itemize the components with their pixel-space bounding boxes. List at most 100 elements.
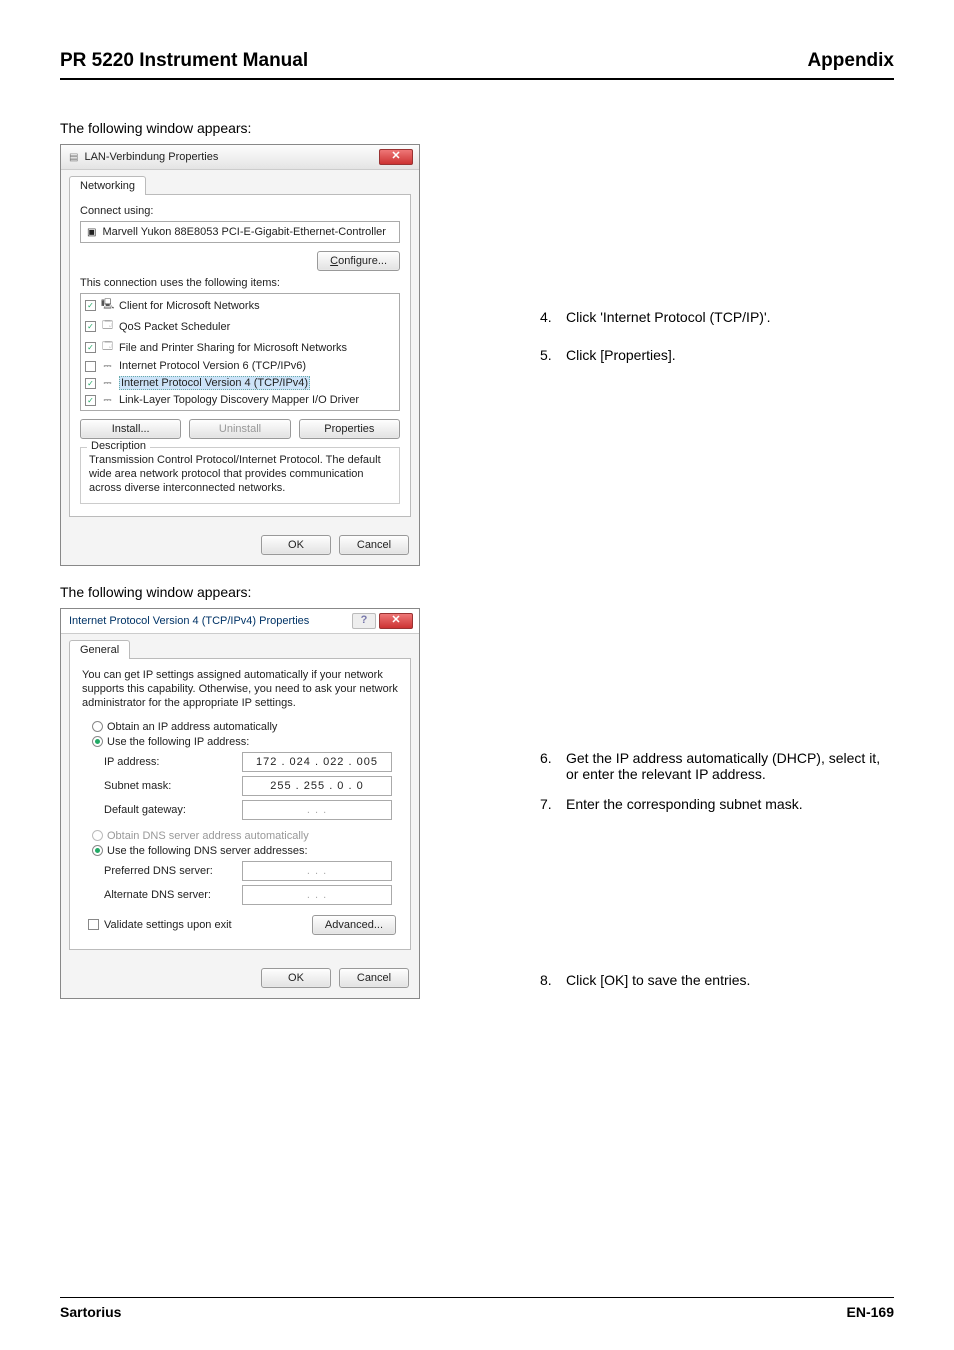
tab-general[interactable]: General — [69, 640, 130, 659]
checkbox-icon[interactable] — [85, 361, 96, 372]
cancel-button[interactable]: Cancel — [339, 535, 409, 555]
validate-checkbox[interactable]: Validate settings upon exit — [88, 919, 232, 931]
radio-icon — [92, 721, 103, 732]
advanced-button[interactable]: Advanced... — [312, 915, 396, 935]
tab-networking[interactable]: Networking — [69, 176, 146, 195]
checkbox-icon[interactable]: ✓ — [85, 300, 96, 311]
step-text-6: Get the IP address automatically (DHCP),… — [566, 750, 894, 782]
item-icon: 🗔 — [101, 339, 114, 356]
list-item[interactable]: ✓ ⎓ Internet Protocol Version 4 (TCP/IPv4) — [84, 375, 396, 391]
alternate-dns-label: Alternate DNS server: — [104, 889, 242, 901]
list-item[interactable]: ✓ 🗔 QoS Packet Scheduler — [84, 317, 396, 336]
item-name: Link-Layer Topology Discovery Responder — [119, 410, 325, 411]
connection-items-list[interactable]: ✓ 🖳 Client for Microsoft Networks ✓ 🗔 QoS Pac… — [80, 293, 400, 411]
dialog-title: LAN-Verbindung Properties — [84, 151, 218, 163]
help-icon[interactable]: ? — [352, 613, 376, 629]
lan-properties-dialog: ▤ LAN-Verbindung Properties ✕ Networking… — [60, 144, 420, 566]
adapter-name: Marvell Yukon 88E8053 PCI-E-Gigabit-Ethe… — [102, 226, 386, 238]
subnet-mask-label: Subnet mask: — [104, 780, 242, 792]
adapter-field: ▣ Marvell Yukon 88E8053 PCI-E-Gigabit-Et… — [80, 221, 400, 243]
list-item[interactable]: ✓ 🖳 Client for Microsoft Networks — [84, 296, 396, 315]
description-legend: Description — [87, 440, 150, 452]
item-icon: ⎓ — [101, 378, 114, 389]
ip-address-label: IP address: — [104, 756, 242, 768]
list-item[interactable]: ⎓Internet Protocol Version 6 (TCP/IPv6) — [84, 359, 396, 373]
section-title: Appendix — [807, 50, 894, 72]
connect-using-label: Connect using: — [80, 205, 400, 217]
option-label: Obtain an IP address automatically — [107, 721, 277, 733]
ipv4-properties-dialog: Internet Protocol Version 4 (TCP/IPv4) P… — [60, 608, 420, 998]
step-num-6: 6. — [540, 750, 566, 782]
ipv4-intro-text: You can get IP settings assigned automat… — [82, 669, 398, 710]
preferred-dns-label: Preferred DNS server: — [104, 865, 242, 877]
item-name: Internet Protocol Version 4 (TCP/IPv4) — [119, 376, 310, 390]
item-name: Client for Microsoft Networks — [119, 300, 260, 312]
item-icon: ⎓ — [101, 395, 114, 406]
option-label: Use the following DNS server addresses: — [107, 845, 308, 857]
ok-button[interactable]: OK — [261, 535, 331, 555]
default-gateway-input[interactable]: . . . — [242, 800, 392, 820]
manual-title: PR 5220 Instrument Manual — [60, 50, 308, 72]
cancel-button[interactable]: Cancel — [339, 968, 409, 988]
step-num-5: 5. — [540, 347, 566, 363]
adapter-icon: ▣ — [87, 227, 96, 238]
step-text-8: Click [OK] to save the entries. — [566, 972, 894, 988]
option-obtain-dns-auto: Obtain DNS server address automatically — [92, 830, 398, 842]
item-name: File and Printer Sharing for Microsoft N… — [119, 342, 347, 354]
option-use-following-ip[interactable]: Use the following IP address: — [92, 736, 398, 748]
radio-icon — [92, 736, 103, 747]
checkbox-icon — [88, 919, 99, 930]
option-use-following-dns[interactable]: Use the following DNS server addresses: — [92, 845, 398, 857]
description-group: Description Transmission Control Protoco… — [80, 447, 400, 504]
list-item[interactable]: ✓ ⎓ Link-Layer Topology Discovery Mapper I… — [84, 393, 396, 407]
step-num-7: 7. — [540, 796, 566, 812]
close-icon[interactable]: ✕ — [379, 613, 413, 629]
footer-page: EN-169 — [847, 1304, 894, 1320]
checkbox-icon[interactable]: ✓ — [85, 342, 96, 353]
list-item[interactable]: ✓ ⎓ Link-Layer Topology Discovery Responde… — [84, 409, 396, 411]
alternate-dns-input[interactable]: . . . — [242, 885, 392, 905]
list-item[interactable]: ✓ 🗔 File and Printer Sharing for Microsoft… — [84, 338, 396, 357]
validate-label: Validate settings upon exit — [104, 919, 232, 931]
page-header: PR 5220 Instrument Manual Appendix — [60, 50, 894, 80]
item-icon: ⎓ — [101, 361, 114, 372]
step-num-8: 8. — [540, 972, 566, 988]
dialog-title-2: Internet Protocol Version 4 (TCP/IPv4) P… — [69, 615, 309, 627]
item-icon: 🗔 — [101, 318, 114, 335]
install-button[interactable]: Install... — [80, 419, 181, 439]
uses-items-label: This connection uses the following items… — [80, 277, 400, 289]
dialog-icon: ▤ — [69, 152, 78, 163]
radio-icon — [92, 830, 103, 841]
checkbox-icon[interactable]: ✓ — [85, 378, 96, 389]
checkbox-icon[interactable]: ✓ — [85, 321, 96, 332]
properties-button[interactable]: Properties — [299, 419, 400, 439]
subnet-mask-input[interactable]: 255 . 255 . 0 . 0 — [242, 776, 392, 796]
ok-button[interactable]: OK — [261, 968, 331, 988]
step-text-4: Click 'Internet Protocol (TCP/IP)'. — [566, 309, 894, 325]
item-name: QoS Packet Scheduler — [119, 321, 230, 333]
uninstall-button[interactable]: Uninstall — [189, 419, 290, 439]
description-text: Transmission Control Protocol/Internet P… — [89, 454, 391, 495]
step-text-7: Enter the corresponding subnet mask. — [566, 796, 894, 812]
option-obtain-ip-auto[interactable]: Obtain an IP address automatically — [92, 721, 398, 733]
option-label: Obtain DNS server address automatically — [107, 830, 309, 842]
item-icon: 🖳 — [101, 297, 114, 314]
dialog-titlebar: ▤ LAN-Verbindung Properties ✕ — [61, 145, 419, 170]
preferred-dns-input[interactable]: . . . — [242, 861, 392, 881]
default-gateway-label: Default gateway: — [104, 804, 242, 816]
footer-brand: Sartorius — [60, 1304, 121, 1320]
configure-button[interactable]: Configure... — [317, 251, 400, 271]
checkbox-icon[interactable]: ✓ — [85, 395, 96, 406]
page-footer: Sartorius EN-169 — [60, 1297, 894, 1320]
checkbox-icon[interactable]: ✓ — [85, 411, 96, 412]
item-icon: ⎓ — [101, 411, 114, 412]
option-label: Use the following IP address: — [107, 736, 249, 748]
ip-address-input[interactable]: 172 . 024 . 022 . 005 — [242, 752, 392, 772]
item-name: Link-Layer Topology Discovery Mapper I/O… — [119, 394, 359, 406]
radio-icon — [92, 845, 103, 856]
close-icon[interactable]: ✕ — [379, 149, 413, 165]
step-text-5: Click [Properties]. — [566, 347, 894, 363]
intro-text-1: The following window appears: — [60, 120, 894, 136]
step-num-4: 4. — [540, 309, 566, 325]
dialog-titlebar-2: Internet Protocol Version 4 (TCP/IPv4) P… — [61, 609, 419, 634]
